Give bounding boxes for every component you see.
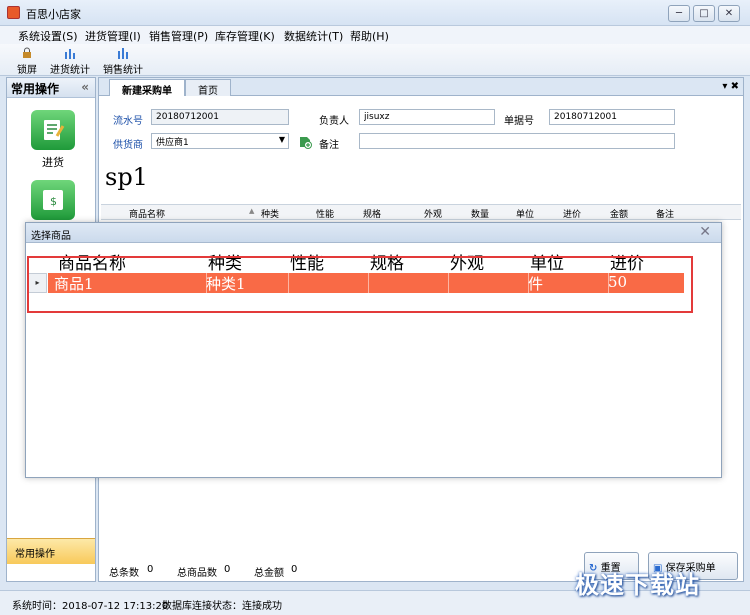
col-note[interactable]: 备注 <box>656 207 674 220</box>
tab-home[interactable]: 首页 <box>185 79 231 97</box>
sales-stats-label: 销售统计 <box>103 65 143 76</box>
note-label: 备注 <box>319 140 339 151</box>
sidebar-bottom-tab[interactable]: 常用操作 <box>7 538 95 564</box>
purchase-stats-button[interactable]: 进货统计 <box>50 47 90 76</box>
tab-pin-close-icon[interactable]: ▾ ✖ <box>722 81 739 92</box>
lock-screen-label: 锁屏 <box>17 65 37 76</box>
sidebar-item-purchase-label: 进货 <box>42 156 64 169</box>
lock-screen-button[interactable]: 锁屏 <box>14 47 40 76</box>
supplier-label: 供货商 <box>113 140 143 151</box>
supplier-select[interactable]: 供应商1 ▼ <box>151 133 289 149</box>
dialog-title: 选择商品 <box>31 231 71 242</box>
col-price[interactable]: 进价 <box>563 207 581 220</box>
window-title: 百思小店家 <box>26 8 81 21</box>
owner-field[interactable] <box>359 109 495 125</box>
close-button[interactable]: ✕ <box>718 5 740 22</box>
col-unit[interactable]: 单位 <box>516 207 534 220</box>
purchase-stats-label: 进货统计 <box>50 65 90 76</box>
col-spec[interactable]: 规格 <box>363 207 381 220</box>
sidebar-title: 常用操作 <box>11 82 60 96</box>
sales-stats-button[interactable]: 销售统计 <box>102 47 144 76</box>
col-category[interactable]: 种类 <box>261 207 279 220</box>
lock-icon <box>23 47 31 58</box>
col-performance[interactable]: 性能 <box>316 207 334 220</box>
maximize-button[interactable]: □ <box>693 5 715 22</box>
col-product-name[interactable]: 商品名称 <box>129 207 165 220</box>
tab-new-purchase-order[interactable]: 新建采购单 <box>109 79 185 97</box>
serial-field[interactable] <box>151 109 289 125</box>
bar-chart-icon <box>118 48 128 59</box>
tab-strip: 新建采购单 首页 ▾ ✖ <box>99 78 743 97</box>
menu-data-statistics[interactable]: 数据统计(T) <box>284 28 343 44</box>
cash-register-icon[interactable]: $ <box>31 180 75 220</box>
minimize-button[interactable]: ─ <box>668 5 690 22</box>
total-items-value: 0 <box>224 564 231 575</box>
dialog-title-bar: 选择商品 ✕ <box>26 223 721 243</box>
total-items-label: 总商品数 <box>177 568 217 579</box>
bar-chart-icon <box>65 49 75 59</box>
col-appearance[interactable]: 外观 <box>424 207 442 220</box>
barcode-input[interactable]: sp1 <box>105 163 148 191</box>
db-status: 数据库连接状态：连接成功 <box>162 601 282 612</box>
supplier-value: 供应商1 <box>156 138 189 148</box>
doc-number-label: 单据号 <box>504 116 534 127</box>
sidebar-item-purchase[interactable]: 进货 <box>29 110 77 170</box>
dialog-close-button[interactable]: ✕ <box>699 224 711 240</box>
col-quantity[interactable]: 数量 <box>471 207 489 220</box>
menu-purchase-management[interactable]: 进货管理(I) <box>85 28 141 44</box>
total-count-label: 总条数 <box>109 568 139 579</box>
title-bar: 百思小店家 ─ □ ✕ <box>0 0 750 26</box>
svg-text:$: $ <box>50 195 57 208</box>
sidebar-header: 常用操作 « <box>7 78 95 98</box>
menu-sales-management[interactable]: 销售管理(P) <box>149 28 208 44</box>
system-time: 系统时间：2018-07-12 17:13:20 <box>12 601 169 612</box>
col-amount[interactable]: 金额 <box>610 207 628 220</box>
menu-help[interactable]: 帮助(H) <box>350 28 389 44</box>
sidebar-bottom-label: 常用操作 <box>15 549 55 560</box>
note-field[interactable] <box>359 133 675 149</box>
total-count-value: 0 <box>147 564 154 575</box>
highlight-box <box>27 256 693 313</box>
sort-icon: ▲ <box>249 207 255 215</box>
purchase-icon <box>31 110 75 150</box>
serial-label: 流水号 <box>113 116 143 127</box>
chevron-down-icon: ▼ <box>278 135 285 144</box>
owner-label: 负责人 <box>319 116 349 127</box>
total-amount-value: 0 <box>291 564 298 575</box>
menu-bar: 系统设置(S) 进货管理(I) 销售管理(P) 库存管理(K) 数据统计(T) … <box>0 26 750 44</box>
collapse-icon[interactable]: « <box>81 80 89 94</box>
watermark: 极速下载站 <box>575 571 700 599</box>
menu-inventory-management[interactable]: 库存管理(K) <box>215 28 275 44</box>
menu-system-settings[interactable]: 系统设置(S) <box>18 28 78 44</box>
purchase-grid-header: 商品名称 ▲ 种类 性能 规格 外观 数量 单位 进价 金额 备注 <box>101 204 741 220</box>
total-amount-label: 总金额 <box>254 568 284 579</box>
doc-number-field[interactable] <box>549 109 675 125</box>
app-icon <box>7 6 20 19</box>
toolbar: 锁屏 进货统计 销售统计 <box>0 44 750 76</box>
add-supplier-icon[interactable] <box>298 135 312 149</box>
